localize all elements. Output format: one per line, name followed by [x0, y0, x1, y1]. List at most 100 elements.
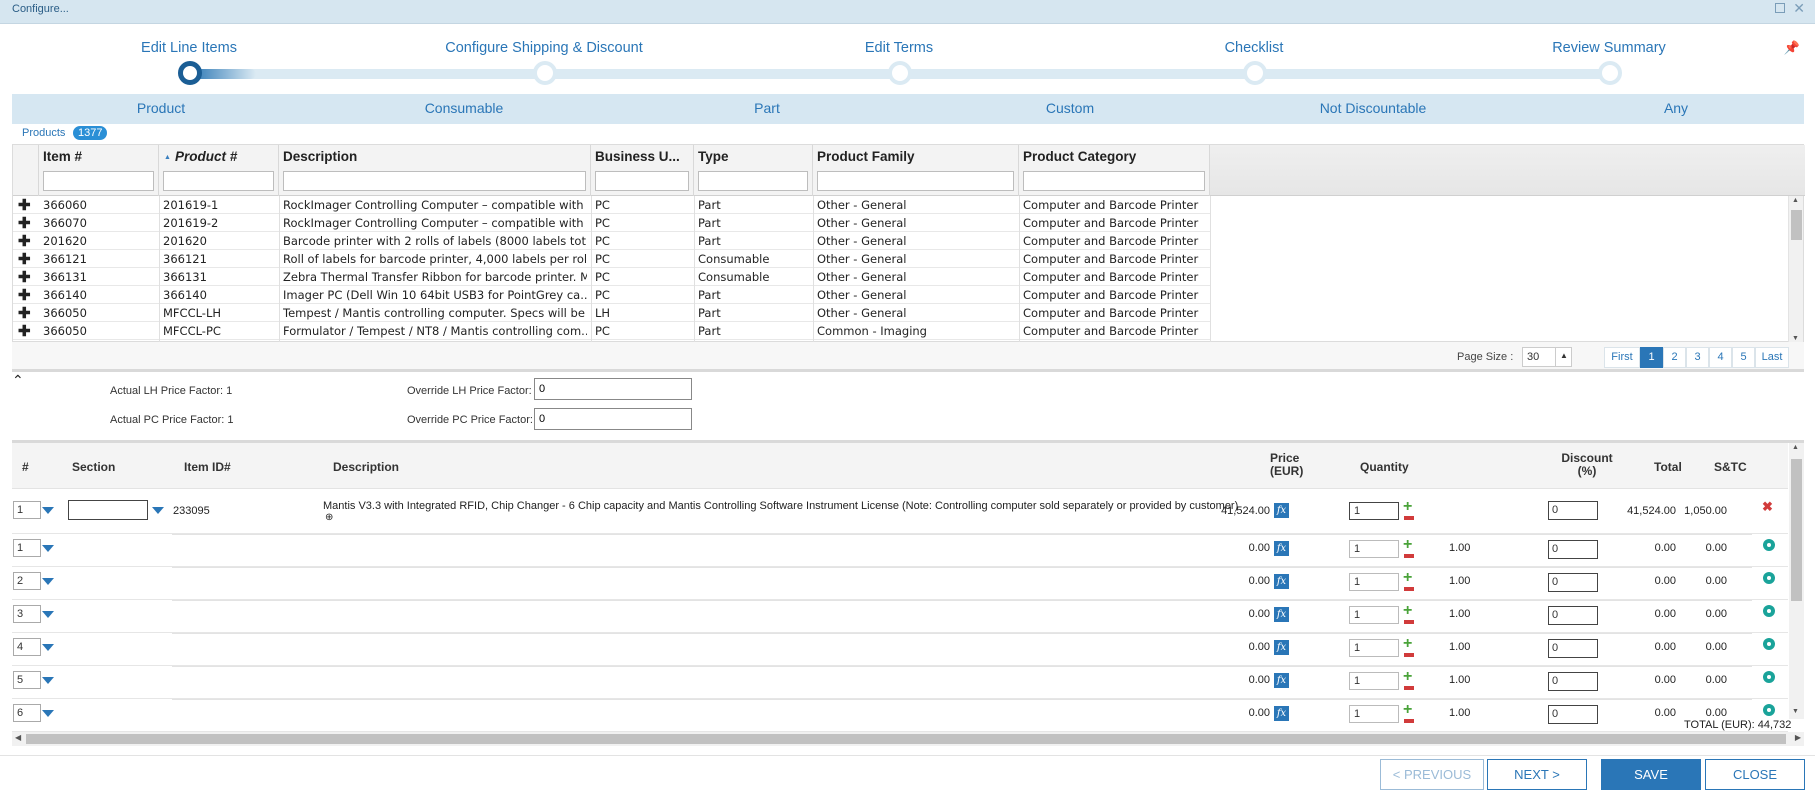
filter-product-number-input[interactable] — [163, 171, 274, 191]
column-business-unit[interactable]: Business U... — [591, 145, 694, 196]
add-product-icon[interactable]: ✚ — [18, 322, 31, 340]
table-row[interactable]: ✚ 366050 MFCCL-LH Tempest / Mantis controll… — [13, 304, 1210, 322]
quantity-stepper[interactable]: + — [1403, 537, 1415, 560]
quantity-stepper[interactable]: + — [1403, 603, 1415, 626]
pager-last[interactable]: Last — [1755, 347, 1789, 368]
chevron-down-icon[interactable] — [42, 611, 54, 618]
line-number-input[interactable]: 1 — [13, 501, 41, 519]
filter-business-unit-input[interactable] — [595, 171, 689, 191]
chevron-down-icon[interactable] — [42, 507, 54, 514]
maximize-icon[interactable] — [1775, 3, 1785, 13]
override-pc-price-factor-input[interactable] — [534, 408, 692, 430]
column-product-number[interactable]: ▲ Product # — [159, 145, 279, 196]
plus-icon[interactable]: + — [1403, 669, 1412, 685]
delete-icon[interactable]: ✖ — [1762, 499, 1773, 515]
quantity-input[interactable]: 1 — [1349, 540, 1399, 558]
minus-icon[interactable] — [1404, 653, 1414, 657]
table-row[interactable]: ✚ 366050 MFCCL-PC Formulator / Tempest / NT… — [13, 322, 1210, 340]
quantity-stepper[interactable]: + — [1403, 669, 1415, 692]
quantity-stepper[interactable]: + — [1403, 702, 1415, 725]
scroll-left-icon[interactable]: ◀ — [15, 733, 21, 742]
price-formula-icon[interactable]: fx — [1274, 640, 1289, 655]
line-number-input[interactable]: 5 — [13, 671, 41, 689]
table-row[interactable]: ✚ 366140 366140 Imager PC (Dell Win 10 64bi… — [13, 286, 1210, 304]
filter-tab-product[interactable]: Product — [12, 100, 310, 116]
scrollbar-thumb[interactable] — [1791, 459, 1802, 601]
override-lh-price-factor-input[interactable] — [534, 378, 692, 400]
scroll-down-icon[interactable]: ▼ — [1792, 335, 1799, 342]
quantity-input[interactable]: 1 — [1349, 705, 1399, 723]
discount-input[interactable]: 0 — [1548, 573, 1598, 592]
view-icon[interactable] — [1763, 704, 1775, 716]
minus-icon[interactable] — [1404, 686, 1414, 690]
price-formula-icon[interactable]: fx — [1274, 503, 1289, 518]
table-row[interactable]: ✚ 366070 201619-2 RockImager Controlling Co… — [13, 214, 1210, 232]
line-number-input[interactable]: 4 — [13, 638, 41, 656]
filter-type-input[interactable] — [698, 171, 808, 191]
add-product-icon[interactable]: ✚ — [18, 214, 31, 232]
column-product-category[interactable]: Product Category — [1019, 145, 1210, 196]
view-icon[interactable] — [1763, 638, 1775, 650]
add-product-icon[interactable]: ✚ — [18, 268, 31, 286]
discount-input[interactable]: 0 — [1548, 501, 1598, 520]
add-product-icon[interactable]: ✚ — [18, 232, 31, 250]
close-icon[interactable]: ✕ — [1793, 0, 1805, 17]
wizard-step-review[interactable]: Review Summary — [1499, 24, 1719, 85]
filter-product-category-input[interactable] — [1023, 171, 1205, 191]
filter-tab-any[interactable]: Any — [1527, 100, 1815, 116]
column-item-number[interactable]: Item # — [39, 145, 159, 196]
add-product-icon[interactable]: ✚ — [18, 196, 31, 214]
filter-tab-not-discountable[interactable]: Not Discountable — [1224, 100, 1522, 116]
quantity-input[interactable]: 1 — [1349, 573, 1399, 591]
price-formula-icon[interactable]: fx — [1274, 673, 1289, 688]
plus-icon[interactable]: + — [1403, 636, 1412, 652]
minus-icon[interactable] — [1404, 620, 1414, 624]
scroll-right-icon[interactable]: ▶ — [1795, 733, 1801, 742]
table-row[interactable]: ✚ 366060 201619-1 RockImager Controlling Co… — [13, 196, 1210, 214]
pager-first[interactable]: First — [1604, 347, 1640, 368]
quantity-input[interactable]: 1 — [1349, 502, 1399, 520]
filter-tab-custom[interactable]: Custom — [921, 100, 1219, 116]
pager-page-3[interactable]: 3 — [1686, 347, 1709, 368]
minus-icon[interactable] — [1404, 587, 1414, 591]
column-description[interactable]: Description — [279, 145, 591, 196]
view-icon[interactable] — [1763, 605, 1775, 617]
filter-description-input[interactable] — [283, 171, 586, 191]
column-type[interactable]: Type — [694, 145, 813, 196]
add-product-icon[interactable]: ✚ — [18, 304, 31, 322]
wizard-step-checklist[interactable]: Checklist — [1144, 24, 1364, 85]
scrollbar-thumb[interactable] — [26, 734, 1786, 744]
pager-page-2[interactable]: 2 — [1663, 347, 1686, 368]
wizard-step-terms[interactable]: Edit Terms — [789, 24, 1009, 85]
filter-item-number-input[interactable] — [43, 171, 154, 191]
horizontal-scrollbar[interactable]: ◀ ▶ — [12, 732, 1804, 746]
column-product-family[interactable]: Product Family — [813, 145, 1019, 196]
minus-icon[interactable] — [1404, 516, 1414, 520]
quantity-stepper[interactable]: + — [1403, 570, 1415, 593]
table-row[interactable]: ✚ 366121 366121 Roll of labels for barcode … — [13, 250, 1210, 268]
scroll-down-icon[interactable]: ▼ — [1792, 708, 1799, 715]
filter-tab-consumable[interactable]: Consumable — [315, 100, 613, 116]
line-number-input[interactable]: 3 — [13, 605, 41, 623]
line-number-input[interactable]: 1 — [13, 539, 41, 557]
quantity-stepper[interactable]: + — [1403, 636, 1415, 659]
pin-icon[interactable]: 📌 — [1784, 40, 1800, 56]
chevron-down-icon[interactable] — [42, 578, 54, 585]
close-button[interactable]: CLOSE — [1705, 759, 1805, 790]
plus-icon[interactable]: + — [1403, 702, 1412, 718]
view-icon[interactable] — [1763, 671, 1775, 683]
line-items-vertical-scrollbar[interactable]: ▲ ▼ — [1789, 443, 1804, 719]
plus-icon[interactable]: + — [1403, 499, 1412, 515]
price-formula-icon[interactable]: fx — [1274, 574, 1289, 589]
discount-input[interactable]: 0 — [1548, 606, 1598, 625]
scroll-up-icon[interactable]: ▲ — [1792, 197, 1799, 204]
line-number-input[interactable]: 2 — [13, 572, 41, 590]
minus-icon[interactable] — [1404, 719, 1414, 723]
scroll-up-icon[interactable]: ▲ — [1792, 444, 1799, 451]
discount-input[interactable]: 0 — [1548, 639, 1598, 658]
filter-product-family-input[interactable] — [817, 171, 1014, 191]
pager-page-5[interactable]: 5 — [1732, 347, 1755, 368]
chevron-up-icon[interactable]: ▲ — [1555, 347, 1572, 367]
wizard-step-shipping[interactable]: Configure Shipping & Discount — [434, 24, 654, 85]
minus-icon[interactable] — [1404, 554, 1414, 558]
